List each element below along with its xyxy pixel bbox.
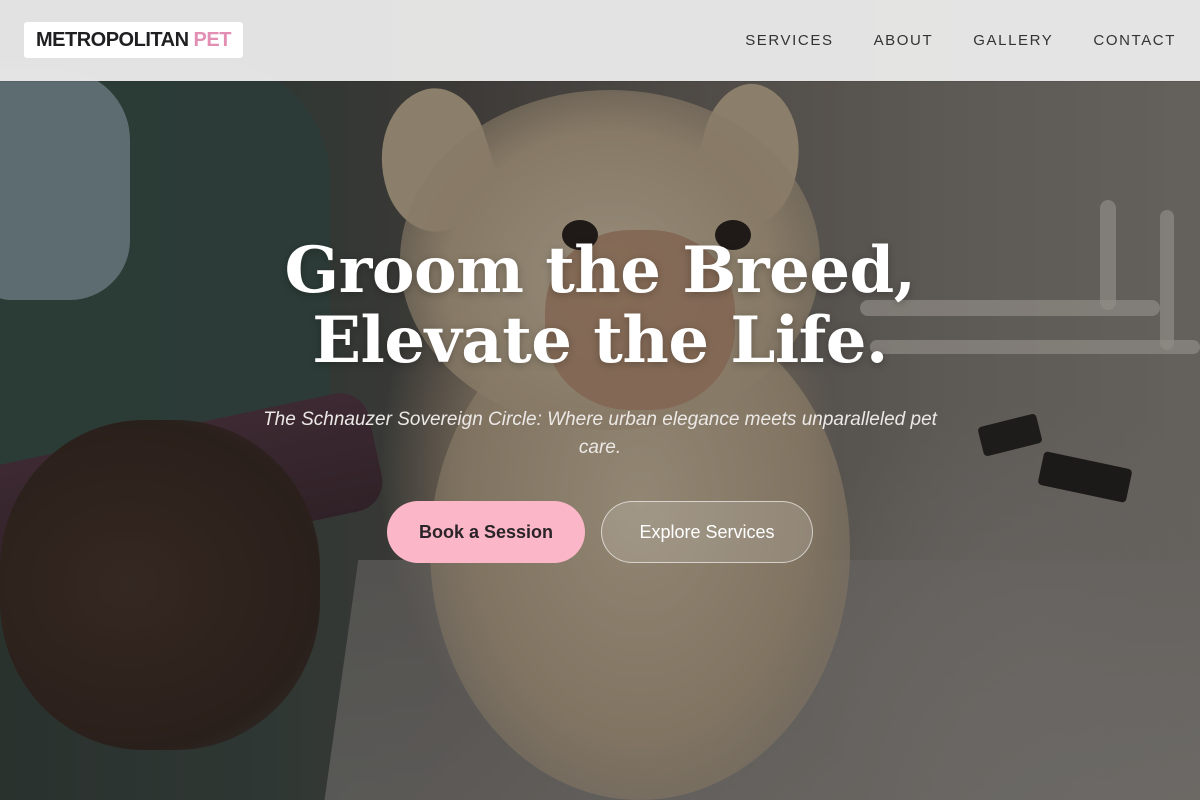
hero-content: Groom the Breed, Elevate the Life. The S… bbox=[0, 0, 1200, 800]
book-session-button[interactable]: Book a Session bbox=[387, 501, 585, 563]
hero-subtitle: The Schnauzer Sovereign Circle: Where ur… bbox=[263, 409, 937, 458]
headline-line-1: Groom the Breed, bbox=[284, 233, 916, 308]
explore-services-button[interactable]: Explore Services bbox=[601, 501, 813, 563]
hero-headline: Groom the Breed, Elevate the Life. bbox=[200, 236, 1000, 376]
headline-line-2: Elevate the Life. bbox=[312, 303, 888, 378]
